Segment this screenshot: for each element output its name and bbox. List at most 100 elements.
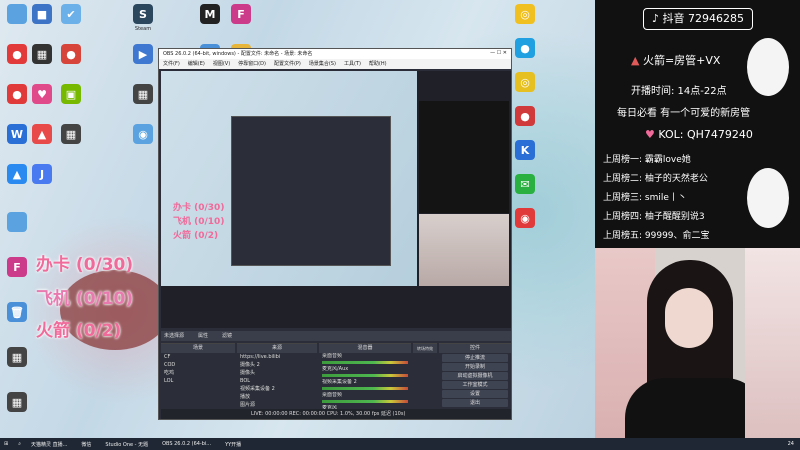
scene-item[interactable]: 吃鸡 <box>161 369 235 377</box>
source-item[interactable]: BOL <box>237 377 317 385</box>
menu-item[interactable]: 场景集合(S) <box>309 60 336 68</box>
app-icon: ▦ <box>7 392 27 412</box>
obs-title-bar[interactable]: OBS 26.0.2 (64-bit, windows) - 配置文件: 未命名… <box>159 49 511 59</box>
taskbar-app[interactable]: OBS 26.0.2 (64-bi... <box>162 441 211 448</box>
source-list: https://live.bilibi 摄像头 2 摄像头 BOL 视频采集设备 2 播放… <box>237 353 317 417</box>
control-button[interactable]: 启动虚拟摄像机 <box>442 372 508 380</box>
mixer-header: 混音器 <box>319 344 411 353</box>
app-icon: ▶ <box>133 44 153 64</box>
control-button[interactable]: 开始录制 <box>442 363 508 371</box>
source-item[interactable]: 图片源 <box>237 401 317 409</box>
scene-item[interactable]: COD <box>161 361 235 369</box>
obs-preview[interactable]: 办卡 (0/30) 飞机 (0/10) 火箭 (0/2) <box>161 71 511 328</box>
scene-item[interactable]: LOL <box>161 377 235 385</box>
control-button[interactable]: 退出 <box>442 399 508 407</box>
sources-dock: 来源 https://live.bilibi 摄像头 2 摄像头 BOL 视频采集设备 … <box>237 343 317 416</box>
start-icon[interactable]: ⊞ <box>4 441 8 447</box>
kol-id: ♥ KOL: QH7479240 <box>645 128 753 141</box>
scene-item[interactable]: CF <box>161 353 235 361</box>
panel-title: ▲ 火箭=房管+VX <box>631 54 721 67</box>
taskbar-apps: 天猫精灵 直播... 微信 Studio One - 无题 OBS 26.0.2 (6… <box>31 441 241 448</box>
mixer-dock: 混音器 桌面音频 麦克风/Aux 视频采集设备 2 桌面音频 麦克风 <box>319 343 411 416</box>
app-icon <box>7 212 27 232</box>
source-item[interactable]: 摄像头 <box>237 369 317 377</box>
desktop-icon[interactable]: ● <box>46 44 96 66</box>
obs-status-bar: LIVE: 00:00:00 REC: 00:00:00 CPU: 1.0%, … <box>161 409 511 419</box>
desktop-icon-label: Steam <box>134 26 152 32</box>
volume-meter[interactable] <box>322 387 408 390</box>
app-icon: F <box>7 257 27 277</box>
status-text: LIVE: 00:00:00 REC: 00:00:00 CPU: 1.0%, … <box>251 411 406 417</box>
menu-item[interactable]: 编辑(E) <box>188 60 205 68</box>
app-icon: ● <box>61 44 81 64</box>
source-item[interactable]: https://live.bilibi <box>237 353 317 361</box>
taskbar-app[interactable]: 天猫精灵 直播... <box>31 441 67 448</box>
taskbar-clock: 24 <box>787 441 794 447</box>
stream-info-panel: ♪ 抖音 72946285 ▲ 火箭=房管+VX 开播时间: 14点-22点 每… <box>595 0 800 248</box>
slogan: 每日必看 有一个可爱的新房管 <box>617 108 751 119</box>
douyin-badge: ♪ 抖音 72946285 <box>643 8 753 30</box>
background-right <box>745 248 800 438</box>
desktop-icon[interactable]: F <box>216 4 266 26</box>
menu-item[interactable]: 工具(T) <box>344 60 361 68</box>
overlay-line-rocket: 火箭 (0/2) <box>36 321 122 341</box>
controls-header: 控件 <box>439 344 511 353</box>
desktop-icon[interactable]: J <box>17 164 67 186</box>
mixer-channel: 视频采集设备 2 <box>319 379 411 390</box>
douyin-id: 抖音 72946285 <box>662 12 745 25</box>
menu-item[interactable]: 配置文件(P) <box>274 60 301 68</box>
overlay-line-plane: 飞机 (0/10) <box>36 289 134 309</box>
overlay-line-card: 办卡 (0/30) <box>36 255 134 275</box>
desktop-icon[interactable] <box>0 212 42 232</box>
mixer-channel: 麦克风/Aux <box>319 366 411 377</box>
menu-item[interactable]: 视图(V) <box>213 60 230 68</box>
taskbar: ⊞ ⌕ 天猫精灵 直播... 微信 Studio One - 无题 OBS 26.0.… <box>0 438 800 450</box>
window-controls[interactable]: — ☐ ✕ <box>490 50 507 58</box>
control-button[interactable]: 工作室模式 <box>442 381 508 389</box>
douyin-icon: ♪ <box>651 12 663 25</box>
controls-list: 停止推流 开始录制 启动虚拟摄像机 工作室模式 设置 退出 <box>439 354 511 407</box>
mixer-list: 桌面音频 麦克风/Aux 视频采集设备 2 桌面音频 麦克风 <box>319 353 411 416</box>
volume-meter[interactable] <box>322 374 408 377</box>
obs-menu-bar[interactable]: 文件(F) 编辑(E) 视图(V) 停靠窗口(D) 配置文件(P) 场景集合(S) 工具(T… <box>159 59 511 69</box>
scenes-dock: 场景 CF COD 吃鸡 LOL <box>161 343 235 407</box>
source-item[interactable]: 视频采集设备 2 <box>237 385 317 393</box>
menu-item[interactable]: 文件(F) <box>163 60 180 68</box>
volume-meter[interactable] <box>322 361 408 364</box>
volume-meter[interactable] <box>322 400 408 403</box>
scenes-header: 场景 <box>161 344 235 353</box>
controls-dock: 控件 停止推流 开始录制 启动虚拟摄像机 工作室模式 设置 退出 <box>439 343 511 407</box>
properties-button[interactable]: 属性 <box>198 331 208 341</box>
rocket-icon: ▲ <box>631 54 643 67</box>
control-button[interactable]: 停止推流 <box>442 354 508 362</box>
source-item[interactable]: 播放 <box>237 393 317 401</box>
menu-item[interactable]: 停靠窗口(D) <box>238 60 266 68</box>
preview-nested-obs <box>231 116 391 266</box>
app-icon: 🗑 <box>7 302 27 322</box>
taskbar-app[interactable]: Studio One - 无题 <box>105 441 148 448</box>
search-icon[interactable]: ⌕ <box>18 441 21 447</box>
taskbar-app[interactable]: YY开播 <box>225 441 241 448</box>
desktop-icon[interactable]: ▣ <box>46 84 96 106</box>
preview-toolbar: 未选择源 属性 滤镜 <box>161 331 511 341</box>
desktop-icon[interactable]: ◎ <box>500 4 550 24</box>
control-button[interactable]: 设置 <box>442 390 508 398</box>
app-icon: S <box>133 4 153 24</box>
taskbar-app[interactable]: 微信 <box>81 441 91 448</box>
transitions-dock: 转场特效 <box>413 343 437 407</box>
desktop-icon[interactable]: S Steam <box>118 4 168 32</box>
mixer-channel-name: 麦克风/Aux <box>322 366 349 372</box>
menu-item[interactable]: 帮助(H) <box>369 60 387 68</box>
app-icon: ▦ <box>7 347 27 367</box>
transitions-header: 转场特效 <box>413 344 437 353</box>
app-icon: J <box>32 164 52 184</box>
app-icon: ● <box>515 38 535 58</box>
desktop-icon[interactable]: ✔ <box>46 4 96 26</box>
desktop-icon[interactable]: ▦ <box>0 347 42 367</box>
mixer-channel: 桌面音频 <box>319 392 411 403</box>
obs-window[interactable]: OBS 26.0.2 (64-bit, windows) - 配置文件: 未命名… <box>158 48 512 420</box>
source-item[interactable]: 摄像头 2 <box>237 361 317 369</box>
desktop-icon[interactable]: ▦ <box>46 124 96 146</box>
filters-button[interactable]: 滤镜 <box>222 331 232 341</box>
desktop-icon[interactable]: ▦ <box>0 392 42 412</box>
